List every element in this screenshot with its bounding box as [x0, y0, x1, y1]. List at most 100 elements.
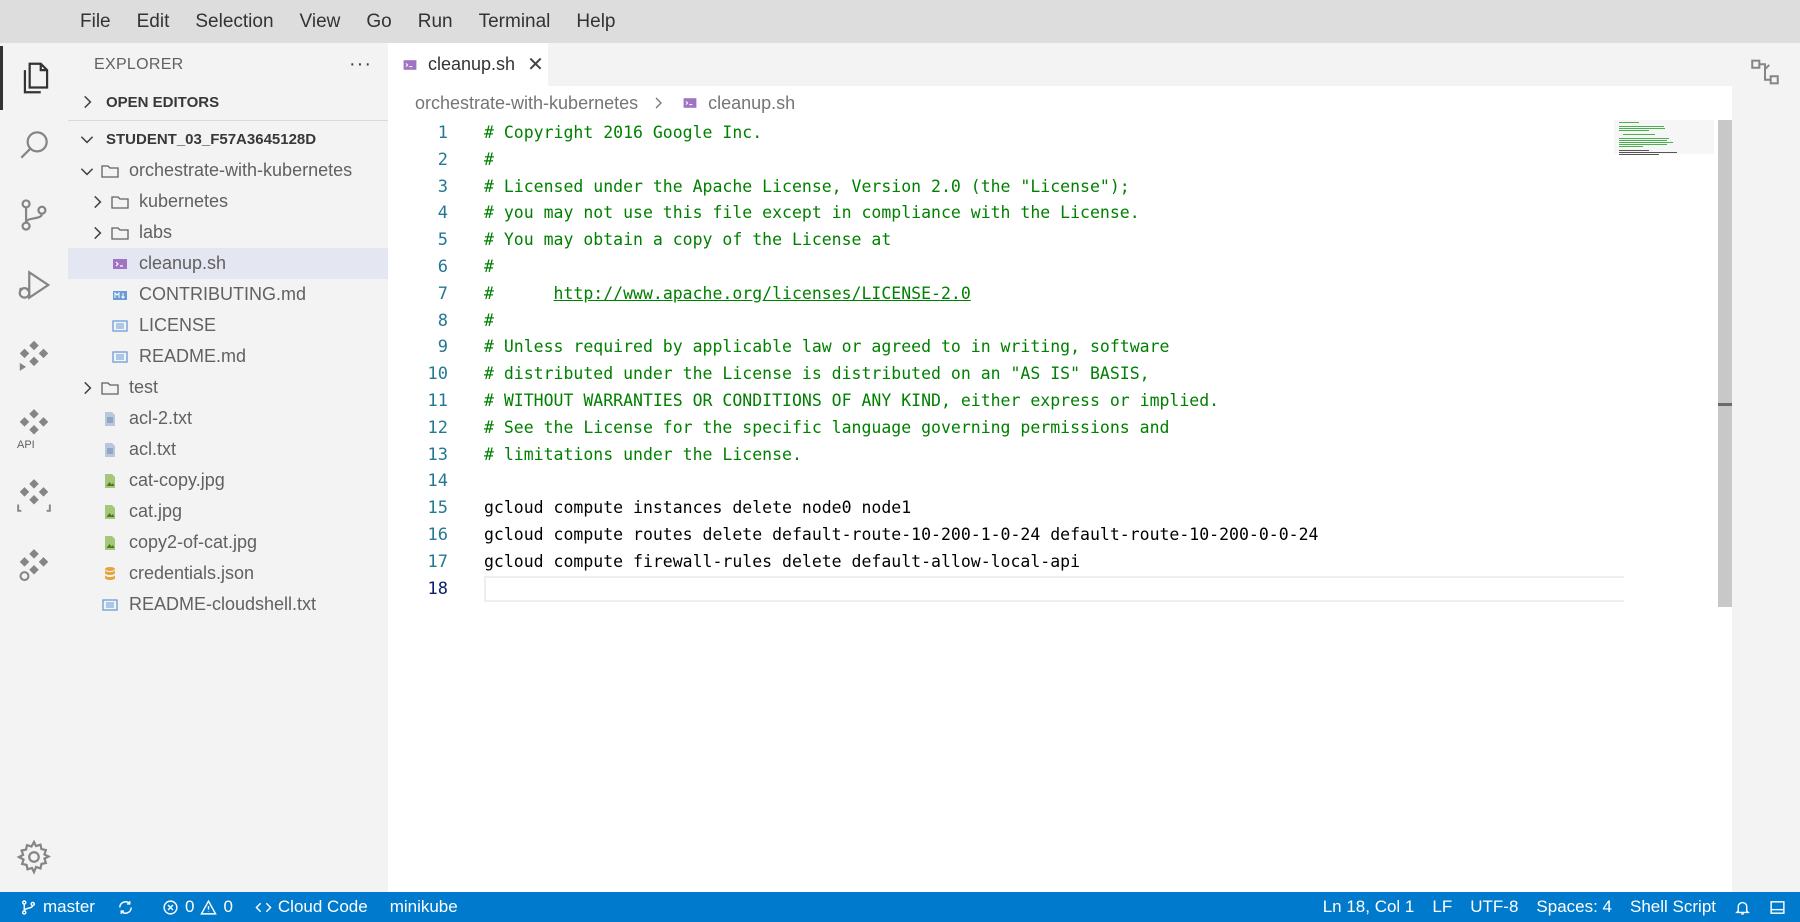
- activity-cloud-run[interactable]: [0, 533, 68, 597]
- menu-view[interactable]: View: [300, 11, 341, 33]
- status-cloud-code[interactable]: Cloud Code: [255, 897, 368, 917]
- code-line[interactable]: # WITHOUT WARRANTIES OR CONDITIONS OF AN…: [484, 388, 1624, 415]
- more-actions-icon[interactable]: ···: [349, 53, 372, 76]
- menu-terminal[interactable]: Terminal: [479, 11, 551, 33]
- tree-item-acl-txt[interactable]: acl.txt: [68, 434, 388, 465]
- activity-explorer[interactable]: [0, 46, 68, 110]
- status-problems[interactable]: 0 0: [162, 897, 233, 917]
- tree-item-labs[interactable]: labs: [68, 217, 388, 248]
- code-line[interactable]: gcloud compute firewall-rules delete def…: [484, 549, 1624, 576]
- activity-secret-manager[interactable]: [0, 463, 68, 527]
- code-area[interactable]: # Copyright 2016 Google Inc. # # Licensed …: [484, 120, 1624, 603]
- section-divider: [68, 120, 388, 121]
- line-number: 1: [437, 123, 448, 143]
- tree-item-cat-copy-jpg[interactable]: cat-copy.jpg: [68, 465, 388, 496]
- cloud-code-icon: [19, 340, 49, 371]
- code-line[interactable]: [484, 468, 1624, 495]
- status-indentation[interactable]: Spaces: 4: [1536, 897, 1612, 917]
- menu-run[interactable]: Run: [418, 11, 453, 33]
- tree-item-kubernetes[interactable]: kubernetes: [68, 186, 388, 217]
- tree-item-license[interactable]: LICENSE: [68, 310, 388, 341]
- status-language-mode[interactable]: Shell Script: [1630, 897, 1716, 917]
- code-line[interactable]: # http://www.apache.org/licenses/LICENSE…: [484, 281, 1624, 308]
- vertical-scrollbar[interactable]: [1718, 120, 1732, 607]
- line-number: 8: [437, 310, 448, 331]
- error-count: 0: [184, 897, 195, 916]
- text-file-icon: [112, 350, 128, 363]
- activity-search[interactable]: [0, 113, 68, 177]
- menu-file[interactable]: File: [80, 11, 111, 33]
- tree-item-acl-2-txt[interactable]: acl-2.txt: [68, 403, 388, 434]
- tree-item-label: kubernetes: [139, 191, 229, 211]
- code-line[interactable]: gcloud compute instances delete node0 no…: [484, 495, 1624, 522]
- menu-edit[interactable]: Edit: [137, 11, 170, 33]
- code-line[interactable]: #: [484, 308, 1624, 335]
- shell-file-icon: [683, 98, 697, 108]
- tree-item-label: LICENSE: [139, 315, 217, 335]
- menu-go[interactable]: Go: [366, 11, 391, 33]
- activity-cloud-code[interactable]: [0, 323, 68, 387]
- tree-item-label: README-cloudshell.txt: [129, 594, 317, 614]
- activity-manage[interactable]: [0, 825, 68, 889]
- line-number: 12: [427, 417, 448, 438]
- line-number: 5: [437, 230, 448, 251]
- minimap[interactable]: [1614, 120, 1714, 160]
- tree-item-contributing-md[interactable]: CONTRIBUTING.md: [68, 279, 388, 310]
- code-line[interactable]: #: [484, 147, 1624, 174]
- menu-help[interactable]: Help: [576, 11, 615, 33]
- status-minikube[interactable]: minikube: [390, 897, 458, 917]
- code-line[interactable]: # Unless required by applicable law or a…: [484, 334, 1624, 361]
- status-eol[interactable]: LF: [1432, 897, 1452, 917]
- shell-file-icon: [403, 59, 417, 70]
- code-line[interactable]: # distributed under the License is distr…: [484, 361, 1624, 388]
- tree-item-test[interactable]: test: [68, 372, 388, 403]
- code-line[interactable]: gcloud compute routes delete default-rou…: [484, 522, 1624, 549]
- image-file-icon: [105, 504, 115, 519]
- code-line[interactable]: # See the License for the specific langu…: [484, 415, 1624, 442]
- activity-cloud-apis[interactable]: API: [0, 393, 68, 457]
- cloud-tree-icon[interactable]: [1748, 55, 1782, 89]
- menu-selection[interactable]: Selection: [195, 11, 273, 33]
- code-line[interactable]: # you may not use this file except in co…: [484, 200, 1624, 227]
- branch-name: master: [43, 897, 95, 916]
- explorer-sidebar: EXPLORER ··· OPEN EDITORS STUDENT_03_F57…: [68, 43, 388, 892]
- activity-source-control[interactable]: [0, 183, 68, 247]
- code-line[interactable]: # Licensed under the Apache License, Ver…: [484, 174, 1624, 201]
- tree-item-cat-jpg[interactable]: cat.jpg: [68, 496, 388, 527]
- code-line[interactable]: #: [484, 254, 1624, 281]
- tree-item-label: acl-2.txt: [129, 408, 193, 428]
- status-cursor-position[interactable]: Ln 18, Col 1: [1323, 897, 1415, 917]
- status-branch[interactable]: master: [20, 897, 95, 917]
- tree-item-credentials-json[interactable]: credentials.json: [68, 558, 388, 589]
- tab-cleanup-sh[interactable]: cleanup.sh ✕: [388, 43, 548, 86]
- status-sync[interactable]: [117, 899, 140, 916]
- code-brackets-icon: [255, 902, 272, 912]
- breadcrumb-folder[interactable]: orchestrate-with-kubernetes: [415, 93, 638, 114]
- tree-item-cleanup-sh[interactable]: cleanup.sh: [68, 248, 388, 279]
- license-link[interactable]: http://www.apache.org/licenses/LICENSE-2…: [554, 284, 971, 303]
- open-editors-section[interactable]: OPEN EDITORS: [68, 86, 388, 118]
- breadcrumb-file[interactable]: cleanup.sh: [708, 93, 795, 114]
- warning-icon: [200, 899, 218, 915]
- tree-item-readme-cloudshell-txt[interactable]: README-cloudshell.txt: [68, 589, 388, 620]
- close-icon[interactable]: ✕: [527, 52, 544, 77]
- code-editor[interactable]: 1 2 3 4 5 6 7 8 9 10 11 12 13 14 15 16 17 18 # Copyright …: [388, 120, 1732, 892]
- status-encoding[interactable]: UTF-8: [1470, 897, 1518, 917]
- activity-run-debug[interactable]: [0, 253, 68, 317]
- status-layout[interactable]: [1769, 899, 1786, 916]
- minikube-label: minikube: [389, 897, 458, 916]
- workspace-label: STUDENT_03_F57A3645128D: [106, 130, 317, 148]
- tree-item-orchestrate-with-kubernetes[interactable]: orchestrate-with-kubernetes: [68, 155, 388, 186]
- image-file-icon: [105, 473, 115, 488]
- code-line[interactable]: # limitations under the License.: [484, 442, 1624, 469]
- workspace-section[interactable]: STUDENT_03_F57A3645128D: [68, 123, 388, 155]
- tree-item-copy2-of-cat-jpg[interactable]: copy2-of-cat.jpg: [68, 527, 388, 558]
- code-line[interactable]: # You may obtain a copy of the License a…: [484, 227, 1624, 254]
- code-line[interactable]: [484, 575, 1624, 603]
- tree-item-readme-md[interactable]: README.md: [68, 341, 388, 372]
- search-icon: [20, 131, 48, 159]
- code-line[interactable]: # Copyright 2016 Google Inc.: [484, 120, 1624, 147]
- error-icon: [163, 899, 178, 915]
- line-number-gutter: 1 2 3 4 5 6 7 8 9 10 11 12 13 14 15 16 17 18: [388, 120, 448, 602]
- status-notifications[interactable]: [1734, 899, 1751, 916]
